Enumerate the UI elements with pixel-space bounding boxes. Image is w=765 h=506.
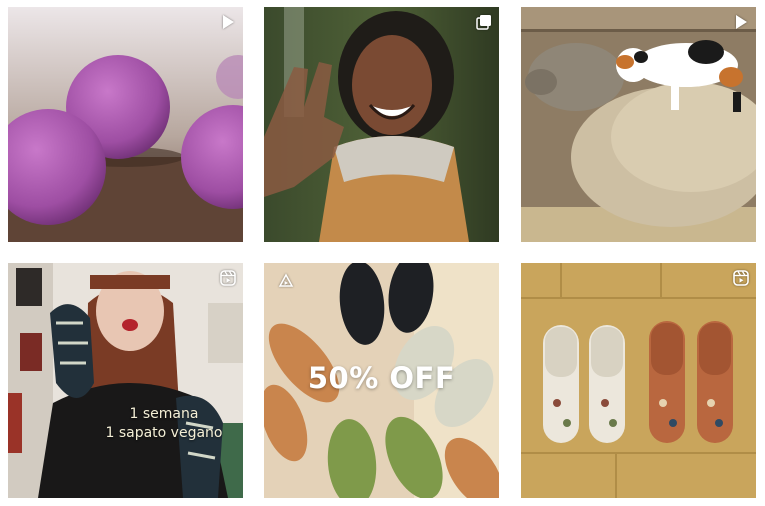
post-image-smiling-woman (264, 7, 499, 242)
post-tile-3[interactable] (521, 7, 756, 242)
post-tile-5[interactable]: 50% OFF (264, 263, 499, 498)
post-tile-1[interactable] (8, 7, 243, 242)
carousel-icon (476, 15, 491, 30)
profile-post-grid: 1 semana 1 sapato vegano 50% OFF (0, 0, 765, 506)
play-icon (223, 15, 234, 29)
sale-overlay-text: 50% OFF (307, 361, 456, 395)
post-caption-line-2: 1 sapato vegano (105, 425, 223, 441)
play-icon (736, 15, 747, 29)
post-caption-line-1: 1 semana (129, 406, 199, 422)
post-image-sheep-and-cat (521, 7, 756, 242)
post-image-bath-bombs (8, 7, 243, 242)
post-tile-4[interactable]: 1 semana 1 sapato vegano (8, 263, 243, 498)
post-image-floral-slippers (521, 263, 756, 498)
reels-icon (733, 270, 749, 286)
post-image-woman-holding-shoe (8, 263, 243, 498)
post-tile-6[interactable] (521, 263, 756, 498)
post-tile-2[interactable] (264, 7, 499, 242)
reels-icon (278, 273, 294, 287)
reels-icon (220, 270, 236, 286)
